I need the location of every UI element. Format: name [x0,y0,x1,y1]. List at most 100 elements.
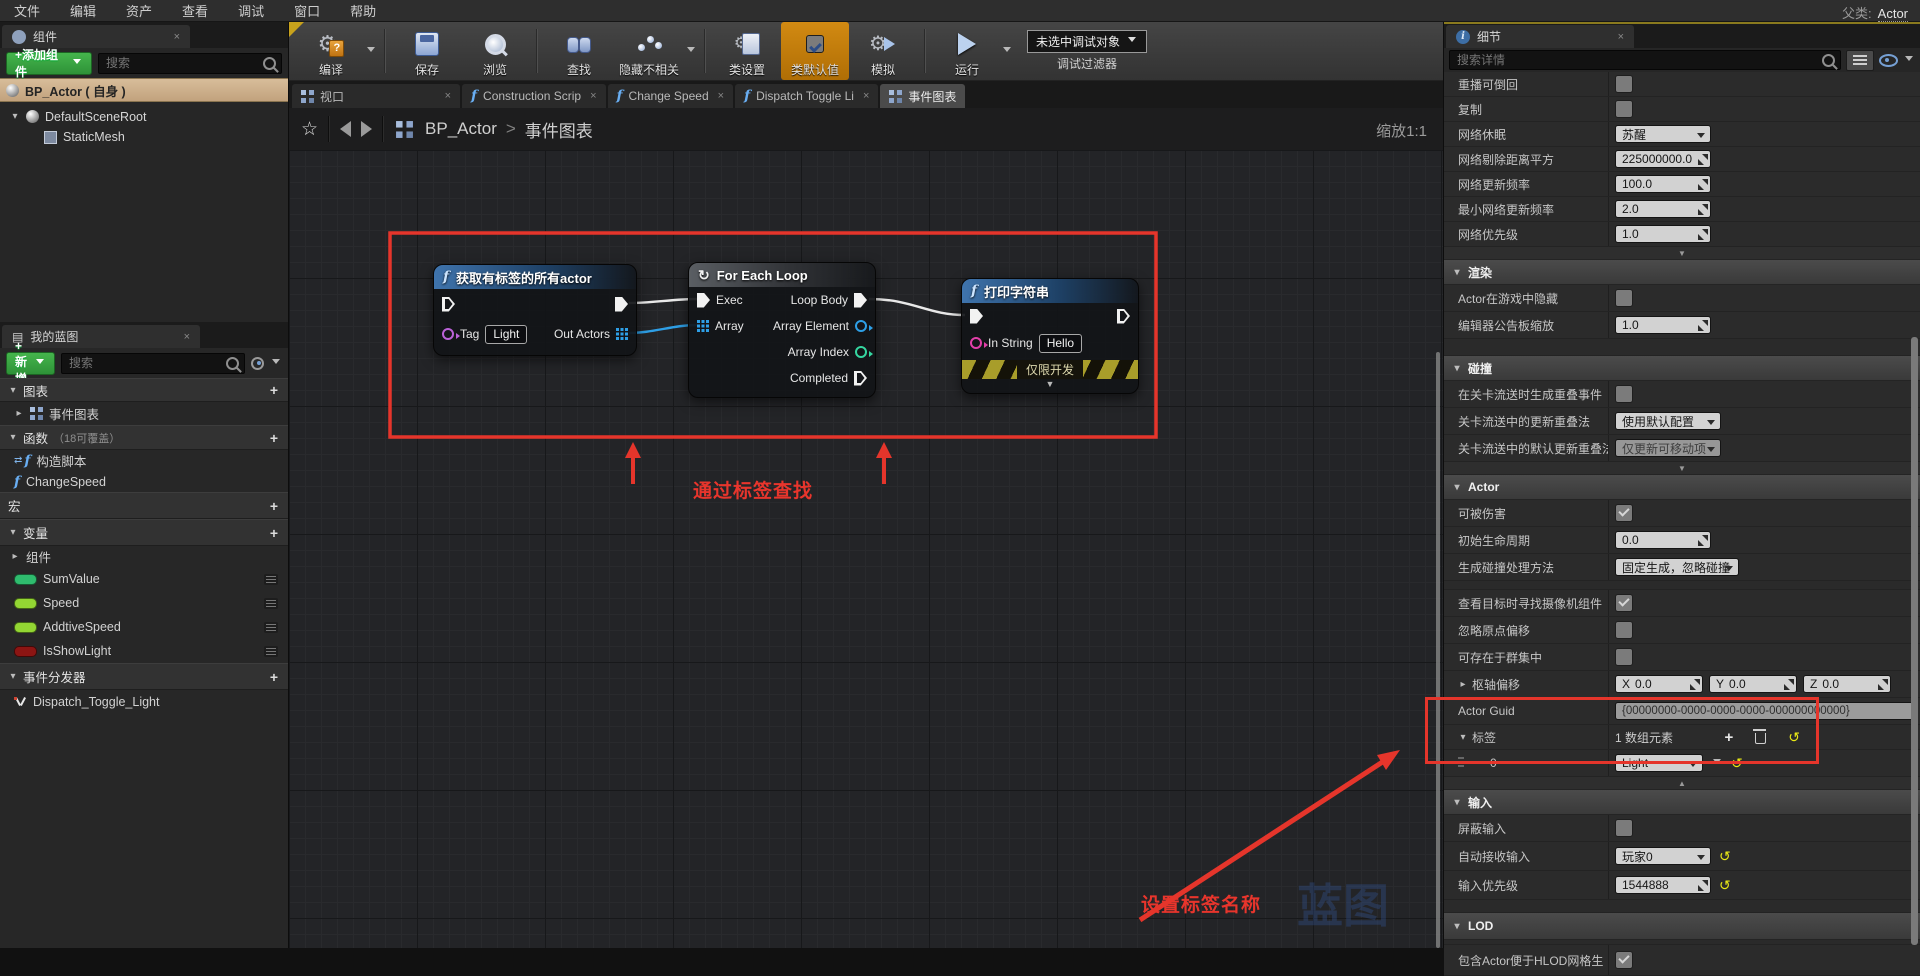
in-string-pin[interactable] [970,337,982,349]
reset-icon[interactable]: ↺ [1731,756,1743,770]
exec-out-pin[interactable] [615,297,628,312]
event-graph-canvas[interactable]: ☆ BP_Actor > 事件图表 缩放1:1 f 获取有标签的所有actor [289,108,1443,948]
details-search[interactable] [1449,50,1841,70]
exec-out-pin[interactable] [1117,309,1130,324]
chevron-down-icon[interactable] [1713,759,1721,768]
add-macro-button[interactable]: + [270,498,278,514]
add-dispatcher-button[interactable]: + [270,669,278,685]
components-search[interactable] [98,53,282,74]
breadcrumb-current[interactable]: 事件图表 [525,117,593,142]
dispatcher-item[interactable]: Dispatch_Toggle_Light [0,690,288,713]
components-tab[interactable]: 组件 × [2,25,190,48]
variable-visibility-icon[interactable] [264,574,278,585]
play-button[interactable]: 运行 [933,22,1001,80]
add-component-button[interactable]: +添加组件 [6,52,92,75]
menu-asset[interactable]: 资产 [126,1,152,20]
graph-scrollbar[interactable] [1436,352,1440,948]
close-icon[interactable]: × [445,90,451,102]
hide-unrelated-button[interactable]: 隐藏不相关 [613,22,685,80]
checkbox[interactable] [1615,951,1633,969]
section-expander[interactable]: ▼ [1444,247,1920,260]
checkbox[interactable] [1615,289,1633,307]
compile-button[interactable]: ⚙? 编译 [297,22,365,80]
checkbox[interactable] [1615,385,1633,403]
parent-class-link[interactable]: Actor [1878,6,1908,22]
nav-back-icon[interactable] [340,121,351,137]
variable-visibility-icon[interactable] [264,622,278,633]
tab-change-speed[interactable]: f Change Speed× [608,84,734,108]
visibility-filter-icon[interactable] [251,357,264,370]
array-element-pin[interactable] [855,320,867,332]
components-group-item[interactable]: ▸ 组件 [0,546,288,567]
spawn-collision-dropdown[interactable]: 固定生成，忽略碰撞 [1615,558,1739,576]
class-settings-button[interactable]: ⚙ 类设置 [713,22,781,80]
tab-event-graph[interactable]: 事件图表 [880,84,965,108]
save-button[interactable]: 保存 [393,22,461,80]
graphs-section-header[interactable]: ▾图表 + [0,378,288,402]
simulate-button[interactable]: ⚙ 模拟 [849,22,917,80]
auto-receive-input-dropdown[interactable]: 玩家0 [1615,847,1711,865]
menu-file[interactable]: 文件 [14,1,40,20]
macros-section-header[interactable]: 宏 + [0,492,288,519]
menu-view[interactable]: 查看 [182,1,208,20]
variable-sumvalue[interactable]: SumValue [0,567,288,591]
variable-isshowlight[interactable]: IsShowLight [0,639,288,663]
close-icon[interactable]: × [863,90,869,102]
checkbox[interactable] [1615,75,1633,93]
display-options-button[interactable] [1846,50,1874,71]
breadcrumb-root[interactable]: BP_Actor [425,119,497,139]
pivot-z-field[interactable]: Z0.0 [1803,675,1891,693]
net-priority-field[interactable]: 1.0 [1615,225,1711,243]
expander-icon[interactable]: ▸ [10,551,20,562]
node-get-all-actors-with-tag[interactable]: f 获取有标签的所有actor Tag Light Out Actors [433,264,637,356]
menu-debug[interactable]: 调试 [238,1,264,20]
functions-section-header[interactable]: ▾函数 （18可覆盖） + [0,425,288,450]
section-collision[interactable]: ▾碰撞 [1444,356,1920,381]
exec-in-pin[interactable] [970,309,983,324]
reset-icon[interactable]: ↺ [1719,878,1731,892]
new-button[interactable]: + 新增 [6,352,55,375]
my-blueprint-search[interactable] [61,353,245,374]
expander-icon[interactable]: ▾ [10,111,20,122]
details-scrollbar[interactable] [1911,337,1918,945]
section-collapser[interactable]: ▲ [1444,777,1920,790]
menu-help[interactable]: 帮助 [350,1,376,20]
input-priority-field[interactable]: 1544888 [1615,876,1711,894]
compile-options-caret[interactable] [367,47,375,56]
details-tab[interactable]: i 细节 × [1446,25,1634,48]
checkbox[interactable] [1615,648,1633,666]
checkbox[interactable] [1615,504,1633,522]
tag-value-dropdown[interactable]: Light [1615,754,1703,772]
event-graph-item[interactable]: ▸ 事件图表 [0,402,288,425]
pivot-x-field[interactable]: X0.0 [1615,675,1703,693]
component-scene-root-row[interactable]: ▾ DefaultSceneRoot [0,106,288,127]
reset-icon[interactable]: ↺ [1788,730,1800,744]
expander-icon[interactable]: ▾ [1458,732,1468,743]
section-rendering[interactable]: ▾渲染 [1444,260,1920,285]
property-visibility-icon[interactable] [1879,54,1898,67]
add-function-button[interactable]: + [270,430,278,446]
initial-lifespan-field[interactable]: 0.0 [1615,531,1711,549]
tab-dispatch-toggle[interactable]: f Dispatch Toggle Li× [735,84,878,108]
tag-value-input[interactable]: Light [485,325,527,344]
reset-icon[interactable]: ↺ [1719,849,1731,863]
exec-in-pin[interactable] [697,293,710,308]
change-speed-item[interactable]: f ChangeSpeed [0,471,288,492]
update-overlaps-dropdown[interactable]: 使用默认配置 [1615,412,1721,430]
variable-addtivespeed[interactable]: AddtiveSpeed [0,615,288,639]
close-icon[interactable]: × [174,31,180,43]
drag-handle-icon[interactable] [1458,757,1464,769]
variable-visibility-icon[interactable] [264,646,278,657]
net-update-field[interactable]: 100.0 [1615,175,1711,193]
checkbox[interactable] [1615,819,1633,837]
favorite-star-icon[interactable]: ☆ [301,118,318,141]
node-collapse-chevron[interactable]: ▼ [962,379,1138,393]
min-net-update-field[interactable]: 2.0 [1615,200,1711,218]
close-icon[interactable]: × [184,331,190,343]
variables-section-header[interactable]: ▾变量 + [0,519,288,546]
close-icon[interactable]: × [718,90,724,102]
array-index-pin[interactable] [855,346,867,358]
trash-icon[interactable] [1755,733,1766,744]
my-blueprint-search-input[interactable] [67,355,226,371]
add-graph-button[interactable]: + [270,382,278,398]
